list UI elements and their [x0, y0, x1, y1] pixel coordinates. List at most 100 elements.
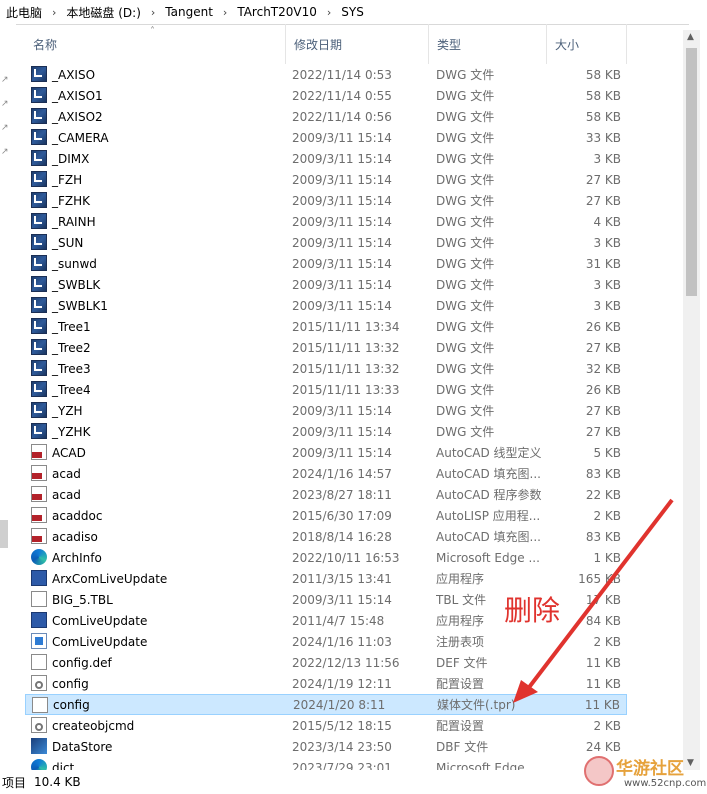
file-name: _YZH: [52, 403, 83, 418]
dwg-file-icon: [31, 192, 47, 208]
file-type: DWG 文件: [436, 236, 495, 250]
file-size: 2 KB: [593, 508, 621, 523]
file-row[interactable]: config.def 2022/12/13 11:56 DEF 文件 11 KB: [25, 652, 627, 673]
file-row-selected[interactable]: config 2024/1/20 8:11 媒体文件(.tpr) 11 KB: [25, 694, 627, 715]
breadcrumb-separator-icon[interactable]: ›: [323, 6, 335, 19]
file-size: 3 KB: [593, 277, 621, 292]
file-size: 1 KB: [593, 550, 621, 565]
file-name: _FZHK: [52, 193, 91, 208]
file-row[interactable]: _Tree4 2015/11/11 13:33 DWG 文件 26 KB: [25, 379, 627, 400]
file-size: 27 KB: [585, 403, 621, 418]
file-date: 2023/8/27 18:11: [292, 487, 392, 502]
file-row[interactable]: _DIMX 2009/3/11 15:14 DWG 文件 3 KB: [25, 148, 627, 169]
column-header-type[interactable]: 类型: [429, 24, 547, 64]
file-type: DWG 文件: [436, 173, 495, 187]
file-date: 2011/3/15 13:41: [292, 571, 392, 586]
file-row[interactable]: _FZH 2009/3/11 15:14 DWG 文件 27 KB: [25, 169, 627, 190]
pin-icon[interactable]: ↗: [1, 124, 9, 133]
lsp-file-icon: [31, 507, 47, 523]
file-size: 2 KB: [593, 634, 621, 649]
file-type: DWG 文件: [436, 320, 495, 334]
file-name: _FZH: [52, 172, 83, 187]
dwg-file-icon: [31, 255, 47, 271]
file-row[interactable]: acaddoc 2015/6/30 17:09 AutoLISP 应用程... 2 K…: [25, 505, 627, 526]
file-date: 2015/6/30 17:09: [292, 508, 392, 523]
file-row[interactable]: _YZH 2009/3/11 15:14 DWG 文件 27 KB: [25, 400, 627, 421]
file-row[interactable]: _AXISO2 2022/11/14 0:56 DWG 文件 58 KB: [25, 106, 627, 127]
breadcrumb-item-sys[interactable]: SYS: [335, 5, 370, 19]
file-row[interactable]: ACAD 2009/3/11 15:14 AutoCAD 线型定义 5 KB: [25, 442, 627, 463]
breadcrumb-item-this-pc[interactable]: 此电脑: [0, 4, 48, 21]
file-date: 2009/3/11 15:14: [292, 256, 392, 271]
file-row[interactable]: createobjcmd 2015/5/12 18:15 配置设置 2 KB: [25, 715, 627, 736]
file-size: 165 KB: [578, 571, 621, 586]
breadcrumb-item-tarch[interactable]: TArchT20V10: [231, 5, 323, 19]
breadcrumb-separator-icon[interactable]: ›: [147, 6, 159, 19]
pin-icon[interactable]: ↗: [1, 76, 9, 85]
pin-icon[interactable]: ↗: [1, 148, 9, 157]
status-item-count: 项目: [2, 775, 27, 790]
file-type: Microsoft Edge ...: [436, 550, 540, 565]
vertical-scrollbar[interactable]: ▲ ▼: [683, 30, 700, 770]
pat-file-icon: [31, 465, 47, 481]
file-type: DWG 文件: [436, 152, 495, 166]
file-type: AutoCAD 填充图...: [436, 467, 541, 481]
file-row[interactable]: ArxComLiveUpdate 2011/3/15 13:41 应用程序 165 K…: [25, 568, 627, 589]
navigation-pane: ↗ ↗ ↗ ↗: [0, 24, 16, 770]
file-row[interactable]: config 2024/1/19 12:11 配置设置 11 KB: [25, 673, 627, 694]
file-row[interactable]: _YZHK 2009/3/11 15:14 DWG 文件 27 KB: [25, 421, 627, 442]
file-row[interactable]: _SUN 2009/3/11 15:14 DWG 文件 3 KB: [25, 232, 627, 253]
dwg-file-icon: [31, 234, 47, 250]
file-row[interactable]: _Tree1 2015/11/11 13:34 DWG 文件 26 KB: [25, 316, 627, 337]
navigation-pane-item[interactable]: [0, 520, 8, 548]
file-size: 27 KB: [585, 193, 621, 208]
scroll-up-icon[interactable]: ▲: [687, 32, 694, 42]
file-size: 17 KB: [585, 592, 621, 607]
file-row[interactable]: DataStore 2023/3/14 23:50 DBF 文件 24 KB: [25, 736, 627, 757]
file-row[interactable]: _Tree3 2015/11/11 13:32 DWG 文件 32 KB: [25, 358, 627, 379]
file-date: 2009/3/11 15:14: [292, 592, 392, 607]
pat-file-icon: [31, 528, 47, 544]
file-row[interactable]: _SWBLK 2009/3/11 15:14 DWG 文件 3 KB: [25, 274, 627, 295]
file-name: _RAINH: [52, 214, 96, 229]
watermark-logo-icon: [584, 756, 614, 786]
column-header-type-label: 类型: [437, 37, 462, 52]
pin-icon[interactable]: ↗: [1, 100, 9, 109]
file-name: BIG_5.TBL: [52, 592, 113, 607]
file-date: 2022/11/14 0:53: [292, 67, 392, 82]
file-date: 2015/11/11 13:32: [292, 361, 400, 376]
file-size: 3 KB: [593, 235, 621, 250]
column-header-name[interactable]: 名称: [25, 24, 286, 64]
file-row[interactable]: acad 2024/1/16 14:57 AutoCAD 填充图... 83 KB: [25, 463, 627, 484]
breadcrumb-separator-icon[interactable]: ›: [219, 6, 231, 19]
file-row[interactable]: _sunwd 2009/3/11 15:14 DWG 文件 31 KB: [25, 253, 627, 274]
file-date: 2009/3/11 15:14: [292, 130, 392, 145]
file-row[interactable]: _SWBLK1 2009/3/11 15:14 DWG 文件 3 KB: [25, 295, 627, 316]
file-type: DWG 文件: [436, 89, 495, 103]
file-row[interactable]: ComLiveUpdate 2024/1/16 11:03 注册表项 2 KB: [25, 631, 627, 652]
file-row[interactable]: _CAMERA 2009/3/11 15:14 DWG 文件 33 KB: [25, 127, 627, 148]
breadcrumb-separator-icon[interactable]: ›: [48, 6, 60, 19]
file-type: 注册表项: [436, 635, 485, 649]
file-row[interactable]: dict 2023/7/29 23:01 Microsoft Edge ...: [25, 757, 627, 770]
file-size: 58 KB: [585, 88, 621, 103]
file-row[interactable]: acad 2023/8/27 18:11 AutoCAD 程序参数 22 KB: [25, 484, 627, 505]
column-header-name-label: 名称: [33, 37, 58, 52]
file-row[interactable]: _Tree2 2015/11/11 13:32 DWG 文件 27 KB: [25, 337, 627, 358]
file-row[interactable]: acadiso 2018/8/14 16:28 AutoCAD 填充图... 83 K…: [25, 526, 627, 547]
file-row[interactable]: _AXISO1 2022/11/14 0:55 DWG 文件 58 KB: [25, 85, 627, 106]
file-date: 2023/7/29 23:01: [292, 760, 392, 771]
file-type: 配置设置: [436, 677, 485, 691]
file-row[interactable]: ArchInfo 2022/10/11 16:53 Microsoft Edge .…: [25, 547, 627, 568]
file-name: ComLiveUpdate: [52, 613, 148, 628]
file-row[interactable]: _FZHK 2009/3/11 15:14 DWG 文件 27 KB: [25, 190, 627, 211]
scrollbar-thumb[interactable]: [686, 48, 697, 296]
breadcrumb-item-drive-d[interactable]: 本地磁盘 (D:): [60, 4, 146, 21]
dbf-icon: [31, 738, 47, 754]
file-type: DWG 文件: [436, 194, 495, 208]
file-row[interactable]: _AXISO 2022/11/14 0:53 DWG 文件 58 KB: [25, 64, 627, 85]
column-header-size[interactable]: 大小: [547, 24, 627, 64]
file-row[interactable]: _RAINH 2009/3/11 15:14 DWG 文件 4 KB: [25, 211, 627, 232]
column-header-date[interactable]: 修改日期: [286, 24, 429, 64]
breadcrumb-item-tangent[interactable]: Tangent: [159, 5, 219, 19]
